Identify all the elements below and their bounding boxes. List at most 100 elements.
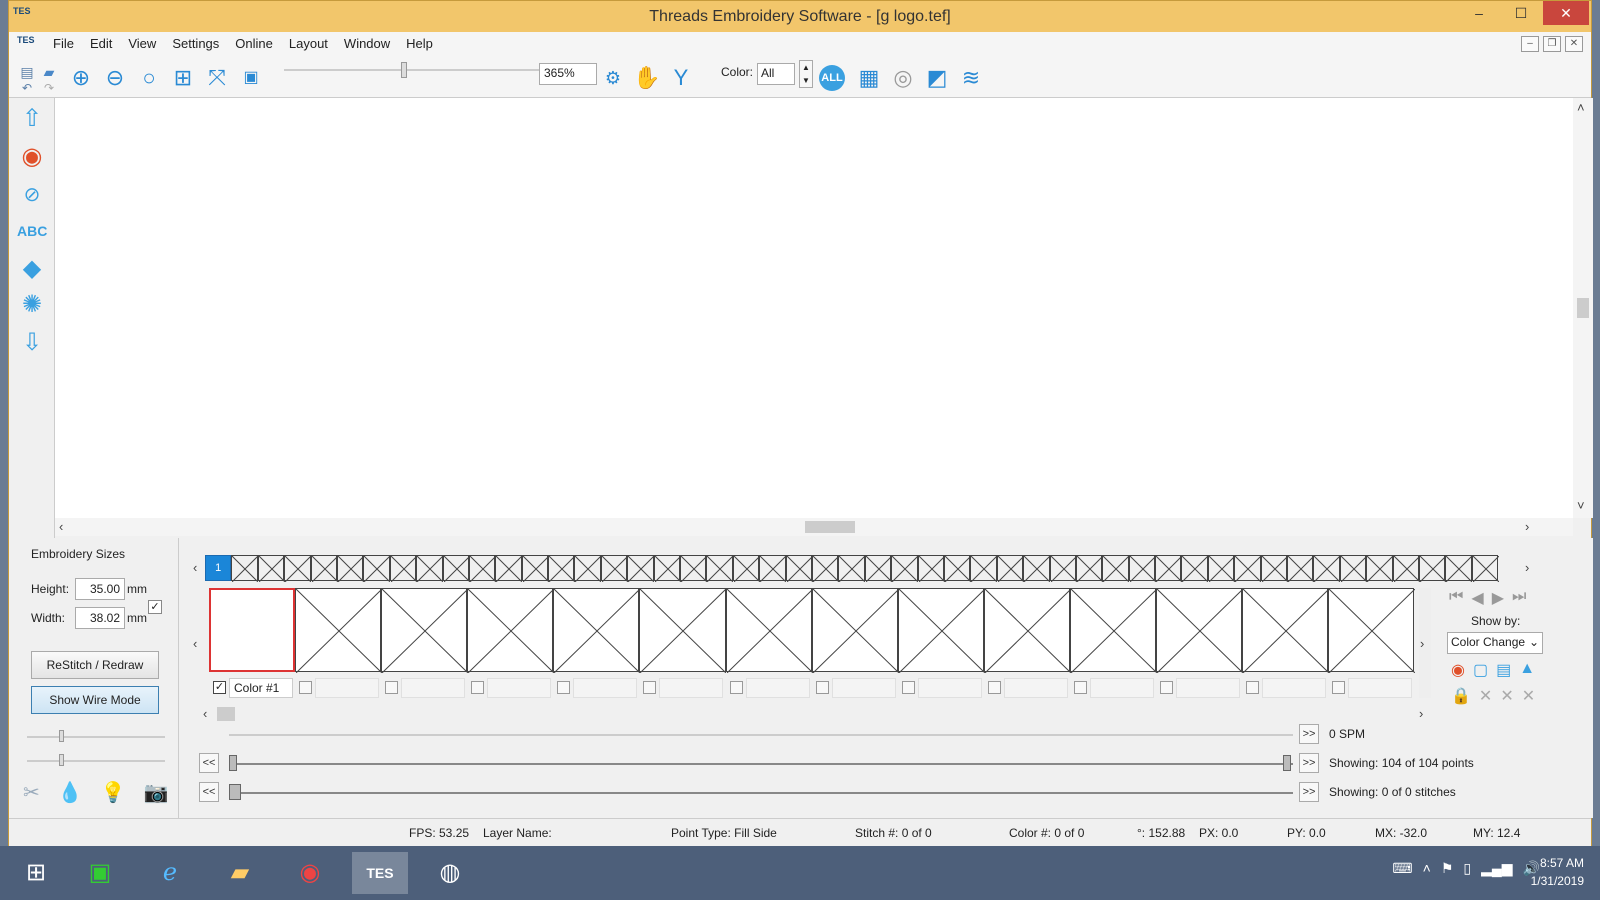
canvas-vertical-scrollbar[interactable]: ˄ ˅ [1573, 98, 1593, 518]
document-icon[interactable]: ▤ [1496, 660, 1511, 680]
points-prev-button[interactable]: << [199, 753, 219, 773]
speed-slider[interactable] [27, 754, 165, 766]
color-swatch[interactable] [553, 588, 641, 673]
tray-expand-icon[interactable]: ˄ [1423, 860, 1431, 877]
zoom-out-icon[interactable]: ⊖ [101, 64, 129, 92]
points-slider[interactable] [229, 755, 1293, 771]
strip-cell[interactable] [1445, 555, 1473, 582]
first-icon[interactable]: ⏮ [1449, 588, 1463, 608]
strip-cell[interactable] [389, 555, 417, 582]
color-swatch[interactable] [1156, 588, 1244, 673]
color-name-field[interactable] [1089, 678, 1154, 698]
width-field[interactable]: 38.02 [75, 607, 125, 629]
canvas-horizontal-scrollbar[interactable]: ‹ › [55, 518, 1573, 536]
chrome-icon[interactable]: ◉ [282, 852, 338, 894]
stitches-thumb[interactable] [229, 784, 241, 800]
stitches-prev-button[interactable]: << [199, 782, 219, 802]
scroll-down-arrow-icon[interactable]: ˅ [1577, 498, 1585, 513]
zoom-100-icon[interactable]: ▣ [237, 64, 265, 92]
close-button[interactable]: ✕ [1543, 1, 1589, 25]
strip-cell[interactable] [1260, 555, 1288, 582]
windows-start-icon[interactable]: ⊞ [8, 852, 64, 894]
color-name-field[interactable] [487, 678, 552, 698]
color-visible-checkbox[interactable] [815, 681, 829, 694]
scroll-right-arrow-icon[interactable]: › [1525, 519, 1529, 534]
strip-right-arrow-icon[interactable]: › [1525, 560, 1529, 575]
strip-cell[interactable] [284, 555, 312, 582]
color-visible-checkbox[interactable] [1160, 681, 1174, 694]
scroll-up-arrow-icon[interactable]: ˄ [1577, 100, 1585, 115]
strip-cell[interactable] [442, 555, 470, 582]
zoom-in-icon[interactable]: ⊕ [67, 64, 95, 92]
spm-slider[interactable] [229, 734, 1293, 736]
hoop-icon[interactable]: ◎ [889, 64, 917, 92]
strip-cell[interactable] [680, 555, 708, 582]
mdi-minimize-button[interactable]: – [1521, 36, 1539, 52]
show-wire-mode-button[interactable]: Show Wire Mode [31, 686, 159, 714]
lightbulb-icon[interactable]: 💡 [101, 780, 126, 805]
color-visible-checkbox[interactable] [557, 681, 571, 694]
hand-icon[interactable]: ✋ [633, 64, 661, 92]
target-icon[interactable]: ◉ [1451, 660, 1465, 680]
abc-text-icon[interactable]: ABC [17, 216, 47, 246]
menu-settings[interactable]: Settings [164, 36, 227, 51]
speed-slider-thumb[interactable] [59, 754, 64, 766]
stitches-slider[interactable] [229, 784, 1293, 800]
strip-cell[interactable] [970, 555, 998, 582]
swatch-vertical-scrollbar[interactable]: › [1419, 588, 1431, 698]
strip-cell[interactable] [653, 555, 681, 582]
zoom-fit-icon[interactable]: ⊞ [169, 64, 197, 92]
strip-cell[interactable] [574, 555, 602, 582]
color-name-field[interactable] [917, 678, 982, 698]
strip-cell[interactable] [1181, 555, 1209, 582]
show-by-select[interactable]: Color Change ⌄ [1447, 632, 1543, 654]
mdi-restore-button[interactable]: ❐ [1543, 36, 1561, 52]
strip-cell[interactable] [1339, 555, 1367, 582]
strip-cell[interactable] [838, 555, 866, 582]
stitches-next-button[interactable]: >> [1299, 782, 1319, 802]
color-swatch-selected[interactable] [209, 588, 296, 672]
strip-cell[interactable] [416, 555, 444, 582]
strip-cell[interactable] [257, 555, 285, 582]
color-name-field[interactable]: Color #1 [229, 678, 293, 698]
swatch-scroll-thumb[interactable] [217, 707, 235, 721]
strip-cell[interactable] [600, 555, 628, 582]
x-icon-2[interactable]: ✕ [1500, 686, 1513, 706]
strip-cell[interactable] [1155, 555, 1183, 582]
swatch-right-arrow-icon[interactable]: › [1420, 636, 1424, 651]
strip-cell-active[interactable]: 1 [205, 555, 232, 581]
strip-cell[interactable] [811, 555, 839, 582]
strip-cell[interactable] [759, 555, 787, 582]
store-icon[interactable]: ▣ [72, 852, 128, 894]
swatch-scroll-right-icon[interactable]: › [1419, 706, 1423, 721]
color-visible-checkbox[interactable] [385, 681, 399, 694]
color-name-field[interactable] [659, 678, 724, 698]
color-swatch[interactable] [1242, 588, 1330, 673]
wifi-icon[interactable]: ≋ [957, 64, 985, 92]
tes-app-icon[interactable]: TES [352, 852, 408, 894]
menu-edit[interactable]: Edit [82, 36, 120, 51]
strip-cell[interactable] [1418, 555, 1446, 582]
menu-view[interactable]: View [120, 36, 164, 51]
strip-cell[interactable] [943, 555, 971, 582]
color-swatch[interactable] [983, 588, 1071, 673]
color-name-field[interactable] [1176, 678, 1241, 698]
color-swatch[interactable] [1069, 588, 1157, 673]
color-swatch[interactable] [381, 588, 469, 673]
strip-cell[interactable] [1313, 555, 1341, 582]
strip-left-arrow-icon[interactable]: ‹ [193, 560, 197, 575]
menu-help[interactable]: Help [398, 36, 441, 51]
density-slider-thumb[interactable] [59, 730, 64, 742]
battery-icon[interactable]: ▯ [1463, 860, 1471, 877]
color-name-field[interactable] [831, 678, 896, 698]
spm-next-button[interactable]: >> [1299, 724, 1319, 744]
color-visible-checkbox[interactable] [1332, 681, 1346, 694]
color-visible-checkbox[interactable] [471, 681, 485, 694]
color-swatch[interactable] [897, 588, 985, 673]
design-canvas[interactable]: ˄ ˅ [55, 98, 1593, 518]
strip-cell[interactable] [864, 555, 892, 582]
strip-cell[interactable] [1366, 555, 1394, 582]
all-colors-icon[interactable]: ALL [819, 65, 845, 91]
color-visible-checkbox[interactable] [901, 681, 915, 694]
color-name-field[interactable] [1003, 678, 1068, 698]
